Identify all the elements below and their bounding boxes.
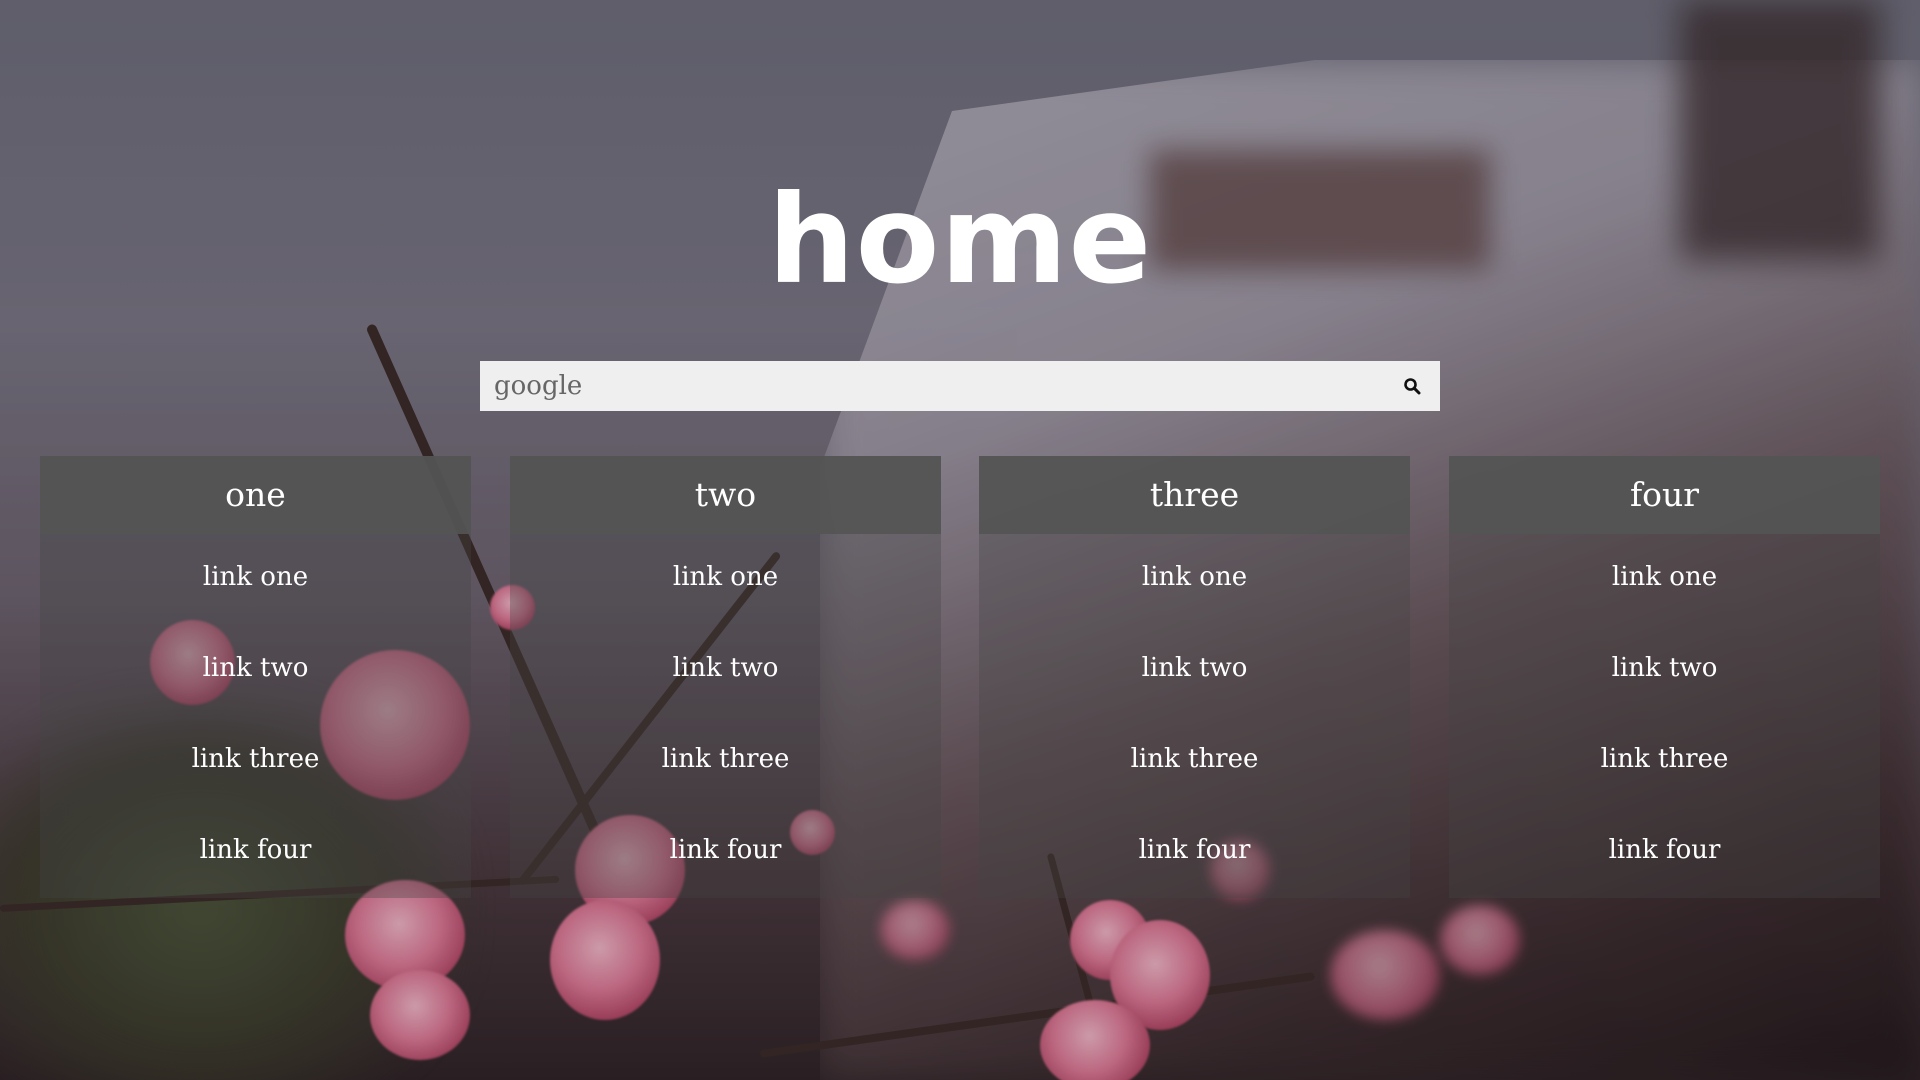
column-links: link one link two link three link four (40, 534, 471, 898)
link-item[interactable]: link one (1449, 557, 1880, 597)
column-heading: one (40, 456, 471, 534)
link-item[interactable]: link two (510, 648, 941, 688)
link-item[interactable]: link four (40, 830, 471, 870)
link-item[interactable]: link four (1449, 830, 1880, 870)
column-one: one link one link two link three link fo… (40, 456, 471, 898)
link-item[interactable]: link three (1449, 739, 1880, 779)
link-item[interactable]: link one (510, 557, 941, 597)
link-item[interactable]: link two (979, 648, 1410, 688)
search-icon (1404, 378, 1421, 395)
page-title: home (767, 169, 1153, 311)
column-three: three link one link two link three link … (979, 456, 1410, 898)
column-heading: two (510, 456, 941, 534)
link-item[interactable]: link three (510, 739, 941, 779)
link-item[interactable]: link three (979, 739, 1410, 779)
link-item[interactable]: link one (979, 557, 1410, 597)
link-item[interactable]: link two (1449, 648, 1880, 688)
link-item[interactable]: link three (40, 739, 471, 779)
search-bar (480, 361, 1440, 411)
link-item[interactable]: link four (510, 830, 941, 870)
link-item[interactable]: link four (979, 830, 1410, 870)
column-links: link one link two link three link four (979, 534, 1410, 898)
column-heading: three (979, 456, 1410, 534)
search-button[interactable] (1384, 361, 1440, 411)
link-item[interactable]: link one (40, 557, 471, 597)
link-item[interactable]: link two (40, 648, 471, 688)
column-four: four link one link two link three link f… (1449, 456, 1880, 898)
column-links: link one link two link three link four (510, 534, 941, 898)
column-heading: four (1449, 456, 1880, 534)
link-columns: one link one link two link three link fo… (40, 456, 1880, 898)
column-links: link one link two link three link four (1449, 534, 1880, 898)
column-two: two link one link two link three link fo… (510, 456, 941, 898)
search-input[interactable] (480, 361, 1384, 411)
